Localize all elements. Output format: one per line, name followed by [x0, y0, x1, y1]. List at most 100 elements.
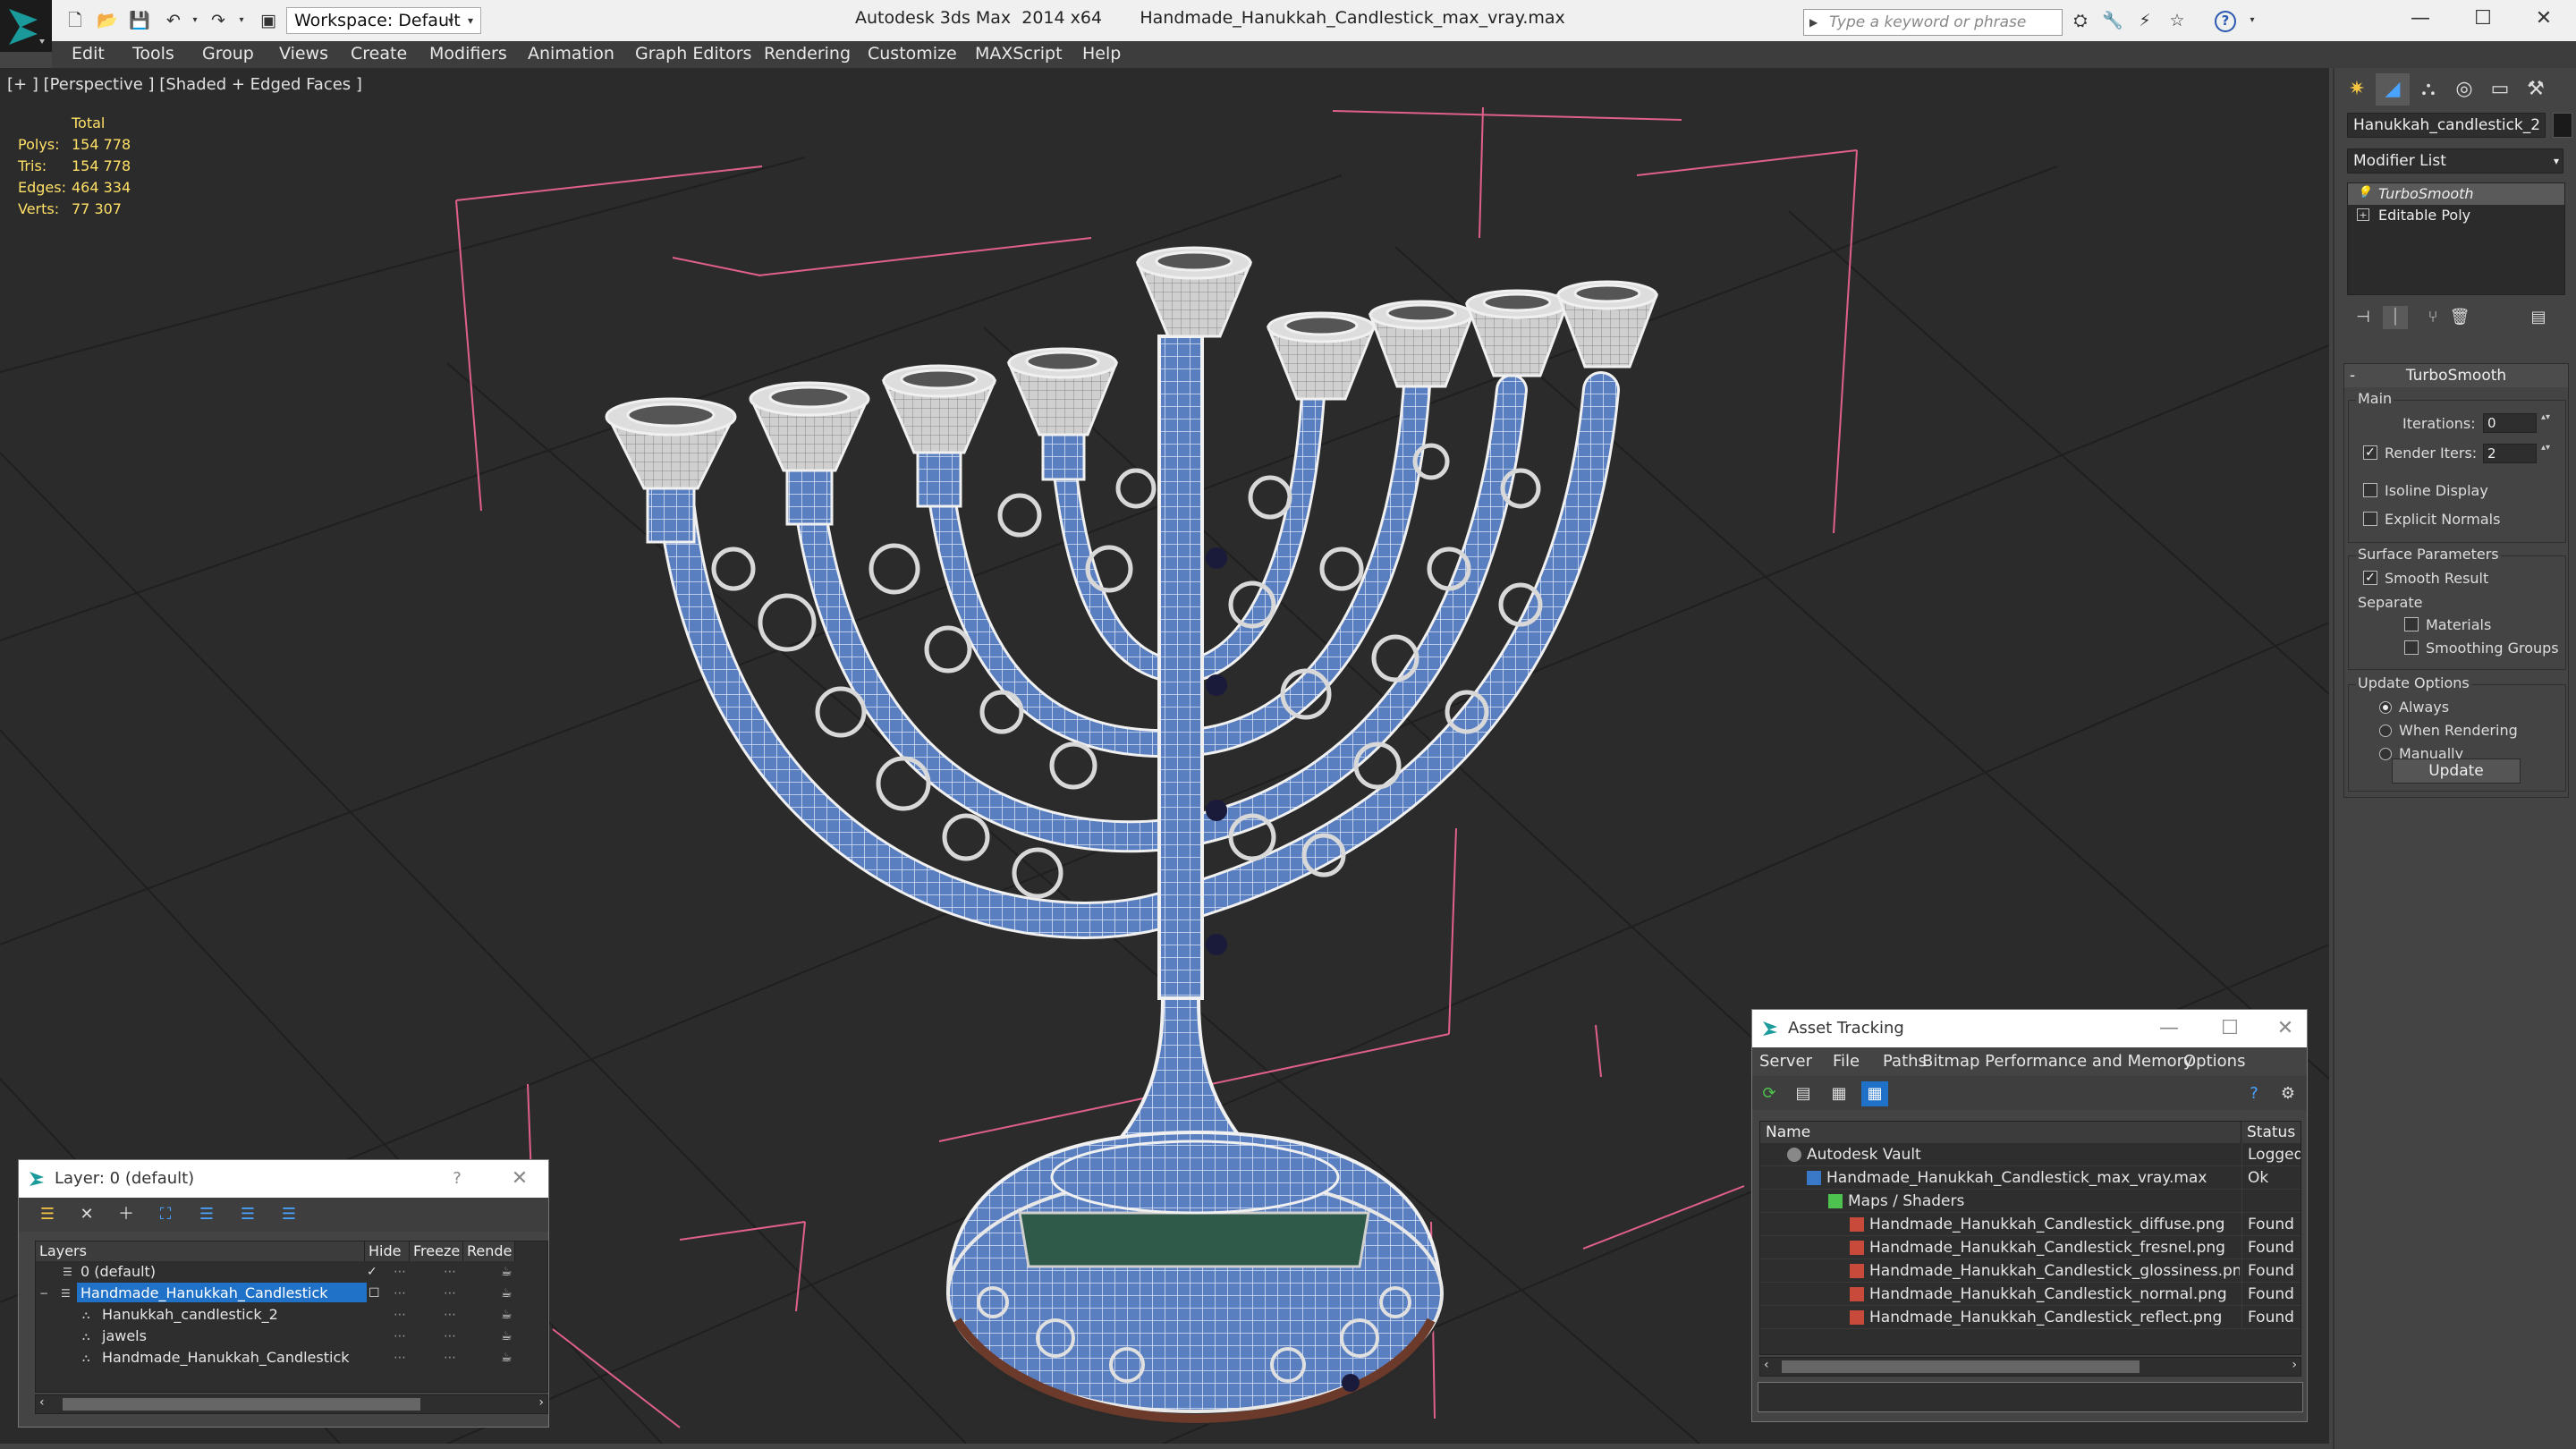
- freeze-toggle[interactable]: ⋯: [444, 1347, 456, 1368]
- table-view-icon[interactable]: ▦: [1861, 1081, 1888, 1106]
- col-name[interactable]: Name: [1760, 1122, 2241, 1143]
- menu-modifiers[interactable]: Modifiers: [429, 44, 507, 64]
- layer-row[interactable]: ☰ 0 (default) ✓ ⋯ ⋯ ☕: [36, 1261, 549, 1283]
- stack-item-turbosmooth[interactable]: 💡 TurboSmooth: [2348, 183, 2564, 205]
- pin-stack-icon[interactable]: ⊣: [2351, 306, 2376, 329]
- tree-view-icon[interactable]: ▦: [1826, 1081, 1852, 1106]
- create-tab-icon[interactable]: ✷: [2340, 73, 2374, 106]
- render-teapot-icon[interactable]: ☕: [501, 1304, 513, 1326]
- settings-icon[interactable]: ⚙: [2275, 1081, 2301, 1106]
- col-hide[interactable]: Hide: [365, 1241, 410, 1261]
- help-icon[interactable]: ?: [2215, 11, 2236, 32]
- undo-icon[interactable]: ↶: [163, 11, 184, 30]
- help-icon[interactable]: ?: [2241, 1081, 2267, 1106]
- always-radio[interactable]: [2379, 701, 2392, 714]
- render-teapot-icon[interactable]: ☕: [501, 1283, 513, 1304]
- manually-radio[interactable]: [2379, 748, 2392, 760]
- menu-tools[interactable]: Tools: [132, 44, 174, 64]
- scroll-left-icon[interactable]: ‹: [1764, 1358, 1769, 1372]
- remove-modifier-icon[interactable]: 🗑: [2447, 306, 2472, 329]
- asset-menu-bitmap[interactable]: Bitmap Performance and Memory: [1922, 1052, 2193, 1071]
- menu-maxscript[interactable]: MAXScript: [975, 44, 1063, 64]
- project-folder-icon[interactable]: ▣: [258, 11, 279, 30]
- scroll-right-icon[interactable]: ›: [538, 1395, 544, 1410]
- asset-row[interactable]: Handmade_Hanukkah_Candlestick_normal.png…: [1760, 1283, 2301, 1306]
- undo-dropdown-icon[interactable]: ▾: [184, 11, 206, 30]
- render-iters-checkbox[interactable]: ✓: [2363, 445, 2377, 460]
- scroll-left-icon[interactable]: ‹: [39, 1395, 45, 1410]
- utilities-tab-icon[interactable]: ⚒: [2519, 73, 2553, 106]
- maximize-button[interactable]: ☐: [2456, 4, 2510, 34]
- subscription-icon[interactable]: 🔧: [2102, 11, 2123, 30]
- asset-row[interactable]: Handmade_Hanukkah_Candlestick_reflect.pn…: [1760, 1306, 2301, 1329]
- asset-row[interactable]: Handmade_Hanukkah_Candlestick_max_vray.m…: [1760, 1166, 2301, 1190]
- collapse-icon[interactable]: −: [39, 1286, 54, 1301]
- isoline-display-checkbox[interactable]: [2363, 483, 2377, 497]
- update-button[interactable]: Update: [2392, 758, 2521, 784]
- object-name-field[interactable]: Hanukkah_candlestick_2: [2347, 113, 2546, 138]
- menu-animation[interactable]: Animation: [528, 44, 614, 64]
- close-window-button[interactable]: ✕: [2517, 4, 2571, 34]
- add-to-layer-icon[interactable]: ＋: [114, 1203, 139, 1226]
- hierarchy-tab-icon[interactable]: ⛬: [2411, 73, 2445, 106]
- layer-row[interactable]: − ☰ Handmade_Hanukkah_Candlestick ☐ ⋯ ⋯ …: [36, 1283, 549, 1304]
- col-status[interactable]: Status: [2241, 1122, 2301, 1143]
- render-teapot-icon[interactable]: ☕: [501, 1326, 513, 1347]
- search-input[interactable]: Type a keyword or phrase: [1803, 9, 2063, 36]
- motion-tab-icon[interactable]: ◎: [2447, 73, 2481, 106]
- delete-layer-icon[interactable]: ✕: [74, 1203, 99, 1226]
- highlight-layer-icon[interactable]: ☰: [194, 1203, 219, 1226]
- favorites-star-icon[interactable]: ☆: [2166, 11, 2188, 30]
- app-logo[interactable]: [0, 0, 52, 52]
- scrollbar-thumb[interactable]: [1782, 1360, 2140, 1373]
- binoculars-icon[interactable]: ⛭: [2070, 11, 2091, 30]
- hide-toggle[interactable]: ⋯: [394, 1283, 406, 1304]
- col-layers[interactable]: Layers: [36, 1241, 365, 1261]
- asset-menu-options[interactable]: Options: [2183, 1052, 2245, 1071]
- horizontal-scrollbar[interactable]: ‹ ›: [35, 1394, 548, 1414]
- asset-window-titlebar[interactable]: Asset Tracking — ☐ ✕: [1752, 1010, 2307, 1047]
- help-button[interactable]: ?: [439, 1160, 475, 1198]
- menu-edit[interactable]: Edit: [72, 44, 105, 64]
- smooth-result-checkbox[interactable]: ✓: [2363, 571, 2377, 585]
- show-end-result-icon[interactable]: ⏐: [2383, 306, 2408, 329]
- menu-graph-editors[interactable]: Graph Editors: [635, 44, 751, 64]
- asset-menu-server[interactable]: Server: [1759, 1052, 1812, 1071]
- active-box[interactable]: ☐: [369, 1283, 380, 1304]
- hide-all-icon[interactable]: ☰: [235, 1203, 260, 1226]
- rollout-header[interactable]: - TurboSmooth: [2344, 364, 2568, 387]
- hide-toggle[interactable]: ⋯: [394, 1326, 406, 1347]
- viewport-label[interactable]: [+ ] [Perspective ] [Shaded + Edged Face…: [7, 75, 362, 94]
- hide-toggle[interactable]: ⋯: [394, 1261, 406, 1283]
- redo-dropdown-icon[interactable]: ▾: [231, 11, 252, 30]
- when-rendering-radio[interactable]: [2379, 724, 2392, 737]
- layer-row[interactable]: ⛬ Handmade_Hanukkah_Candlestick ⋯ ⋯ ☕: [36, 1347, 549, 1368]
- asset-row[interactable]: Handmade_Hanukkah_Candlestick_fresnel.pn…: [1760, 1236, 2301, 1259]
- select-objects-icon[interactable]: ⛶: [153, 1203, 178, 1226]
- horizontal-scrollbar[interactable]: ‹ ›: [1759, 1357, 2301, 1377]
- col-render[interactable]: Rende: [463, 1241, 515, 1261]
- render-teapot-icon[interactable]: ☕: [501, 1347, 513, 1368]
- create-layer-icon[interactable]: ☰: [35, 1203, 60, 1226]
- freeze-toggle[interactable]: ⋯: [444, 1326, 456, 1347]
- asset-menu-paths[interactable]: Paths: [1883, 1052, 1927, 1071]
- chevron-down-icon[interactable]: ▾: [460, 11, 481, 30]
- communication-icon[interactable]: ⚡: [2134, 11, 2156, 30]
- close-icon[interactable]: ✕: [2267, 1010, 2303, 1047]
- explicit-normals-checkbox[interactable]: [2363, 512, 2377, 526]
- layer-window-titlebar[interactable]: Layer: 0 (default) ? ✕: [19, 1160, 548, 1198]
- make-unique-icon[interactable]: ⑂: [2420, 306, 2445, 329]
- minimize-icon[interactable]: —: [2151, 1010, 2187, 1047]
- configure-sets-icon[interactable]: ▤: [2526, 306, 2551, 329]
- save-icon[interactable]: 💾: [129, 11, 150, 30]
- scrollbar-thumb[interactable]: [63, 1398, 420, 1411]
- scroll-right-icon[interactable]: ›: [2292, 1358, 2297, 1372]
- asset-menu-file[interactable]: File: [1833, 1052, 1860, 1071]
- layer-row[interactable]: ⛬ jawels ⋯ ⋯ ☕: [36, 1326, 549, 1347]
- asset-path-field[interactable]: [1758, 1382, 2303, 1412]
- menu-group[interactable]: Group: [202, 44, 254, 64]
- help-dropdown-icon[interactable]: ▾: [2241, 11, 2263, 30]
- asset-row[interactable]: Maps / Shaders: [1760, 1190, 2301, 1213]
- materials-checkbox[interactable]: [2404, 617, 2419, 631]
- col-freeze[interactable]: Freeze: [410, 1241, 463, 1261]
